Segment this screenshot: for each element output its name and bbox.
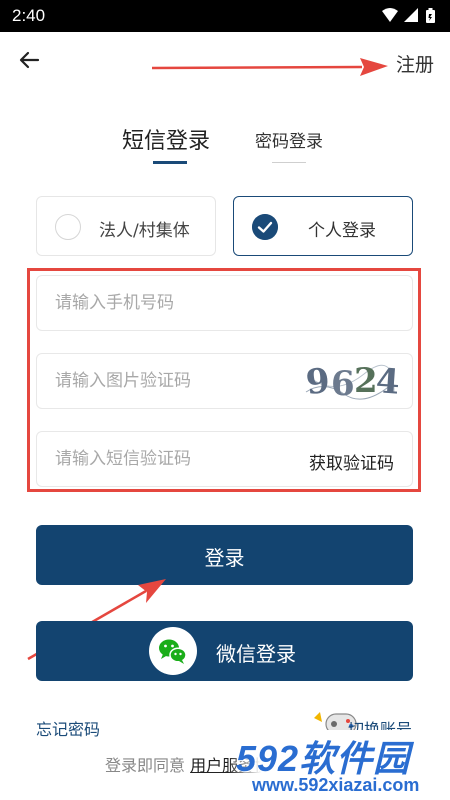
- login-type-legal-entity[interactable]: 法人/村集体: [36, 196, 216, 256]
- status-time: 2:40: [12, 6, 46, 25]
- forgot-password-link[interactable]: 忘记密码: [36, 716, 100, 740]
- radio-unchecked-icon: [55, 214, 81, 240]
- radio-checked-icon: [252, 214, 278, 240]
- login-type-legal-label: 法人/村集体: [99, 221, 190, 241]
- status-icons: [382, 8, 435, 23]
- tab-inactive-indicator: [272, 162, 306, 163]
- login-button[interactable]: 登录: [36, 525, 413, 585]
- phone-input[interactable]: [37, 276, 412, 330]
- wifi-icon: [382, 8, 398, 22]
- watermark: 592软件园 www.592xiazai.com: [228, 730, 450, 800]
- tab-password-login[interactable]: 密码登录: [255, 127, 323, 152]
- back-arrow-icon[interactable]: [16, 46, 44, 74]
- wechat-icon-badge: [149, 627, 197, 675]
- tab-sms-login[interactable]: 短信登录: [122, 123, 210, 155]
- register-link[interactable]: 注册: [396, 50, 434, 77]
- tab-active-indicator: [153, 161, 187, 164]
- captcha-char: 9: [303, 360, 332, 404]
- captcha-image[interactable]: 9 6 2 4: [303, 360, 401, 404]
- wechat-login-label: 微信登录: [216, 642, 296, 666]
- agreement-prefix: 登录即同意: [105, 756, 186, 775]
- watermark-url: www.592xiazai.com: [252, 775, 420, 795]
- captcha-field: 9 6 2 4: [36, 353, 413, 409]
- captcha-char: 6: [331, 364, 355, 404]
- annotation-arrow-register: [151, 58, 388, 76]
- captcha-char: 4: [374, 361, 402, 403]
- login-type-personal-label: 个人登录: [308, 221, 376, 241]
- signal-icon: [404, 8, 418, 22]
- login-button-label: 登录: [204, 546, 245, 570]
- sms-code-field: 获取验证码: [36, 431, 413, 487]
- get-code-button[interactable]: 获取验证码: [309, 449, 394, 474]
- status-bar: 2:40: [0, 0, 450, 32]
- wechat-icon: [159, 639, 187, 664]
- phone-field: [36, 275, 413, 331]
- login-type-personal[interactable]: 个人登录: [233, 196, 413, 256]
- battery-icon: [426, 8, 435, 23]
- wechat-login-button[interactable]: 微信登录: [36, 621, 413, 681]
